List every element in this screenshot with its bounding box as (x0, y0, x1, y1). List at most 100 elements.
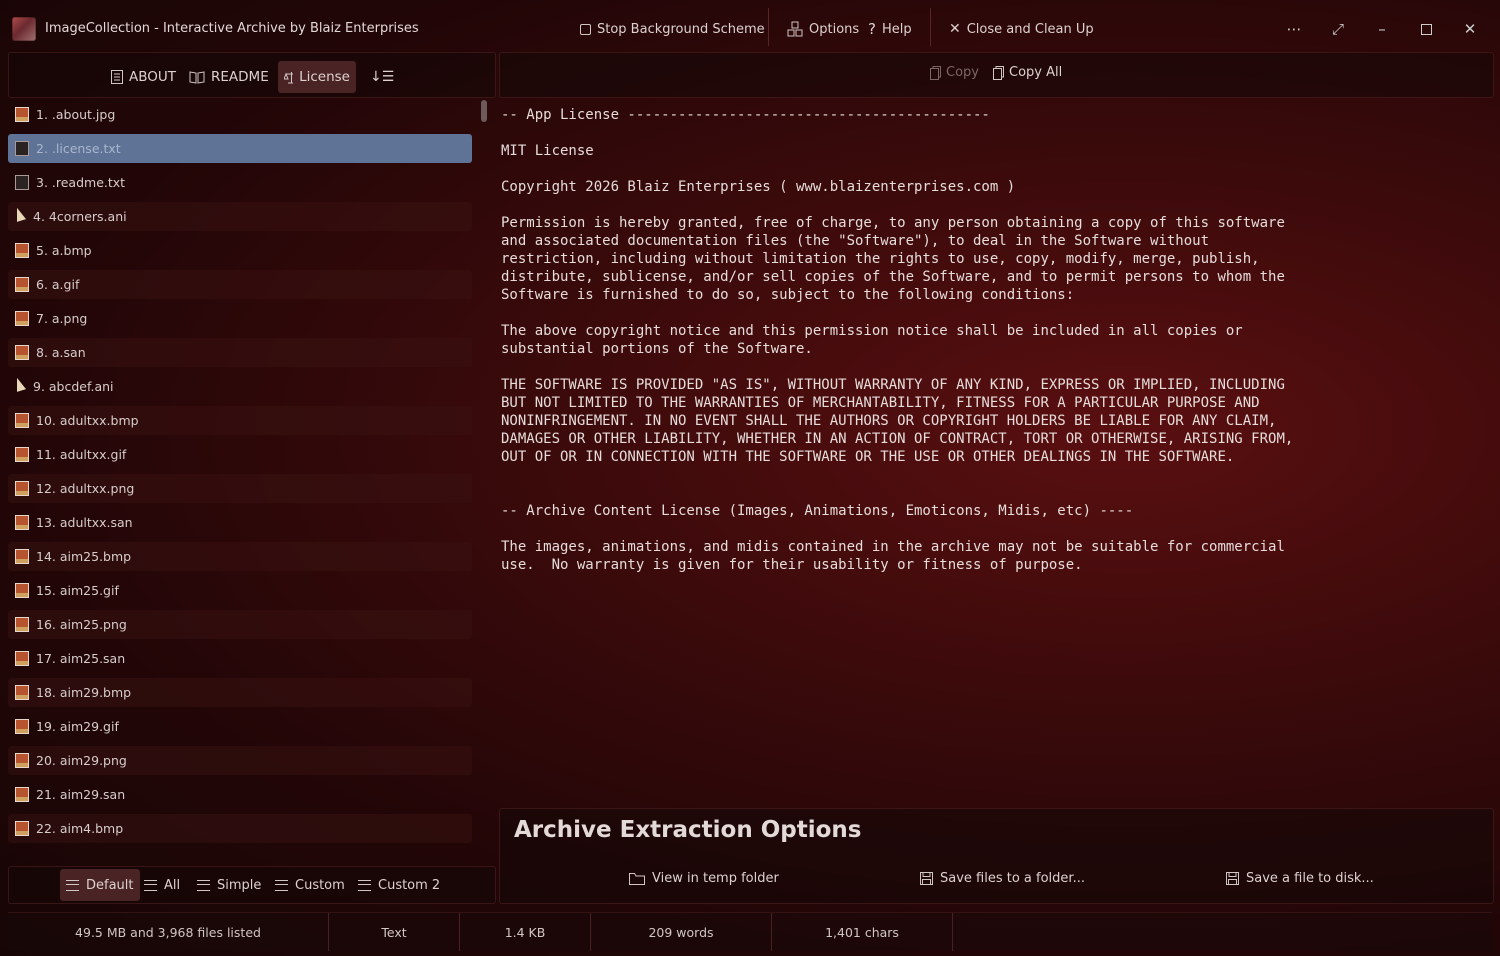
copy-label: Copy (946, 65, 979, 80)
file-list-item[interactable]: 22. aim4.bmp (8, 814, 472, 843)
left-toolbar: ABOUT README License ↓☰ (8, 52, 496, 98)
status-chars: 1,401 chars (772, 913, 953, 951)
file-list-item[interactable]: 5. a.bmp (8, 236, 472, 265)
view-custom2-button[interactable]: Custom 2 (352, 869, 446, 901)
list-icon (144, 879, 157, 891)
view-default-label: Default (86, 877, 134, 893)
file-list-item[interactable]: 4. 4corners.ani (8, 202, 472, 231)
more-icon[interactable]: ⋯ (1281, 16, 1307, 42)
image-file-icon (15, 821, 29, 836)
file-list-item[interactable]: 21. aim29.san (8, 780, 472, 809)
sort-button[interactable]: ↓☰ (364, 61, 400, 93)
view-simple-button[interactable]: Simple (191, 869, 267, 901)
file-list-item[interactable]: 14. aim25.bmp (8, 542, 472, 571)
file-name: 18. aim29.bmp (36, 685, 132, 700)
text-file-icon (15, 141, 29, 156)
tab-license[interactable]: License (278, 61, 356, 93)
file-list-item[interactable]: 16. aim25.png (8, 610, 472, 639)
view-custom-button[interactable]: Custom (269, 869, 351, 901)
list-icon (66, 879, 79, 891)
status-type: Text (329, 913, 460, 951)
tab-about[interactable]: ABOUT (105, 61, 182, 93)
file-list: 1. .about.jpg 2. .license.txt 3. .readme.t… (8, 100, 474, 856)
close-and-clean-up-button[interactable]: ✕ Close and Clean Up (949, 18, 1094, 40)
license-text-view[interactable]: -- App License -------------------------… (501, 106, 1491, 806)
scrollbar-thumb[interactable] (481, 100, 487, 122)
file-name: 7. a.png (36, 311, 88, 326)
file-list-scrollbar[interactable] (479, 100, 489, 856)
right-toolbar: Copy Copy All (499, 52, 1494, 98)
file-name: 12. adultxx.png (36, 481, 135, 496)
save-disk-label: Save a file to disk... (1246, 871, 1374, 886)
help-icon: ? (868, 20, 876, 38)
file-list-item[interactable]: 12. adultxx.png (8, 474, 472, 503)
file-list-item[interactable]: 18. aim29.bmp (8, 678, 472, 707)
copy-all-button[interactable]: Copy All (993, 65, 1062, 80)
file-name: 10. adultxx.bmp (36, 413, 139, 428)
maximize-icon[interactable] (1413, 16, 1439, 42)
file-name: 1. .about.jpg (36, 107, 116, 122)
file-list-item[interactable]: 3. .readme.txt (8, 168, 472, 197)
status-summary: 49.5 MB and 3,968 files listed (8, 913, 329, 951)
expand-icon[interactable]: ⤢ (1325, 16, 1351, 42)
help-button[interactable]: ? Help (868, 18, 912, 40)
file-name: 16. aim25.png (36, 617, 127, 632)
image-file-icon (15, 685, 29, 700)
copy-button[interactable]: Copy (930, 65, 979, 80)
image-file-icon (15, 481, 29, 496)
file-list-item[interactable]: 19. aim29.gif (8, 712, 472, 741)
copy-all-label: Copy All (1009, 65, 1063, 80)
view-temp-label: View in temp folder (652, 871, 779, 886)
options-button[interactable]: Options (787, 18, 859, 40)
file-list-item[interactable]: 7. a.png (8, 304, 472, 333)
file-list-item[interactable]: 20. aim29.png (8, 746, 472, 775)
stop-background-scheme-button[interactable]: Stop Background Scheme (580, 18, 765, 40)
view-simple-label: Simple (217, 877, 262, 893)
image-file-icon (15, 345, 29, 360)
app-logo-icon (12, 17, 36, 41)
file-list-item[interactable]: 13. adultxx.san (8, 508, 472, 537)
file-list-item[interactable]: 8. a.san (8, 338, 472, 367)
save-files-to-folder-button[interactable]: Save files to a folder... (920, 871, 1085, 886)
file-list-item[interactable]: 1. .about.jpg (8, 100, 472, 129)
file-list-item[interactable]: 17. aim25.san (8, 644, 472, 673)
copy-all-icon (993, 65, 1004, 80)
view-custom2-label: Custom 2 (378, 877, 441, 893)
image-file-icon (15, 311, 29, 326)
help-label: Help (881, 21, 912, 37)
save-file-to-disk-button[interactable]: Save a file to disk... (1226, 871, 1374, 886)
window-close-icon[interactable]: ✕ (1457, 16, 1483, 42)
image-file-icon (15, 447, 29, 462)
extraction-title: Archive Extraction Options (514, 817, 862, 843)
options-icon (787, 21, 803, 37)
file-name: 11. adultxx.gif (36, 447, 127, 462)
file-list-item[interactable]: 2. .license.txt (8, 134, 472, 163)
checkbox-icon (580, 23, 591, 35)
cursor-file-icon (17, 207, 26, 226)
file-list-item[interactable]: 11. adultxx.gif (8, 440, 472, 469)
close-clean-label: Close and Clean Up (966, 21, 1094, 37)
window-title: ImageCollection - Interactive Archive by… (45, 21, 419, 36)
cursor-file-icon (17, 377, 26, 396)
image-file-icon (15, 515, 29, 530)
image-file-icon (15, 107, 29, 122)
file-name: 2. .license.txt (36, 141, 121, 156)
file-list-item[interactable]: 10. adultxx.bmp (8, 406, 472, 435)
view-all-button[interactable]: All (138, 869, 186, 901)
options-label: Options (809, 21, 860, 37)
file-name: 6. a.gif (36, 277, 80, 292)
file-list-item[interactable]: 6. a.gif (8, 270, 472, 299)
book-icon (189, 70, 205, 84)
tab-readme[interactable]: README (183, 61, 275, 93)
file-list-item[interactable]: 9. abcdef.ani (8, 372, 472, 401)
file-list-item[interactable]: 15. aim25.gif (8, 576, 472, 605)
image-file-icon (15, 719, 29, 734)
image-file-icon (15, 753, 29, 768)
stop-background-label: Stop Background Scheme (597, 21, 765, 37)
view-default-button[interactable]: Default (60, 869, 140, 901)
view-all-label: All (164, 877, 181, 893)
view-in-temp-folder-button[interactable]: View in temp folder (629, 871, 779, 886)
status-words: 209 words (591, 913, 772, 951)
minimize-icon[interactable]: – (1369, 16, 1395, 42)
tab-readme-label: README (211, 69, 269, 85)
